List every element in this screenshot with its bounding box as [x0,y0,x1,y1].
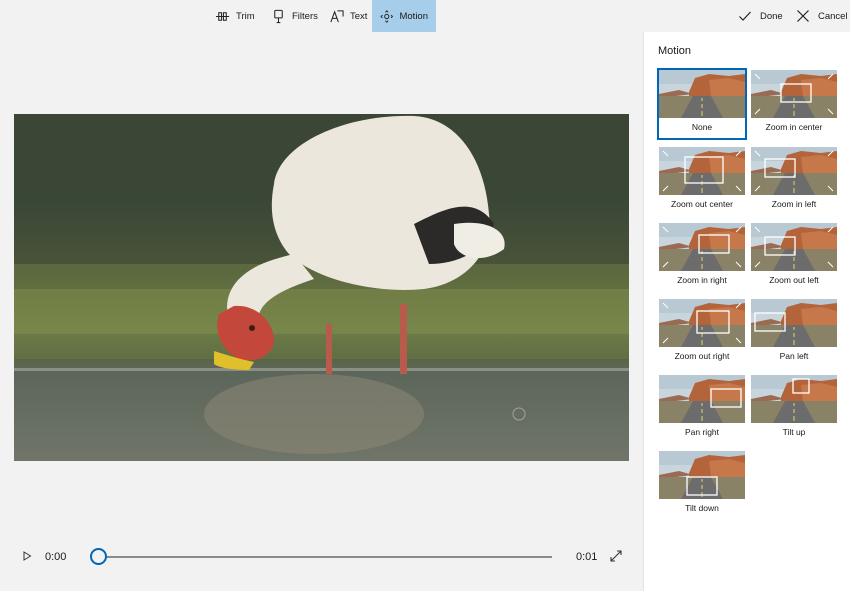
close-icon [797,10,809,22]
video-frame-bird-image [14,115,629,461]
motion-effect-tilt-up[interactable]: Tilt up [750,374,838,444]
effect-label: None [691,122,713,132]
end-time: 0:01 [576,551,598,563]
text-label: Text [350,10,368,22]
motion-effect-zoom-in-left[interactable]: Zoom in left [750,146,838,216]
effect-label: Zoom out center [671,199,733,209]
expand-icon [610,550,622,562]
motion-effect-tilt-down[interactable]: Tilt down [658,450,746,520]
effect-thumbnail-image [659,299,745,347]
effect-label: Tilt down [685,503,719,513]
effect-thumbnail-image [659,70,745,118]
effect-thumbnail-image [751,70,837,118]
effect-thumbnail-image [751,299,837,347]
filters-label: Filters [292,10,318,22]
effect-thumbnail-image [659,375,745,423]
trim-label: Trim [236,10,255,22]
play-button[interactable] [20,549,34,563]
cancel-button[interactable]: Cancel [796,0,848,32]
done-button[interactable]: Done [738,0,783,32]
current-time: 0:00 [45,551,67,563]
motion-effect-zoom-out-right[interactable]: Zoom out right [658,298,746,368]
motion-effect-zoom-out-center[interactable]: Zoom out center [658,146,746,216]
effect-label: Pan left [779,351,809,361]
effect-thumbnail-image [751,223,837,271]
motion-label: Motion [399,10,428,22]
video-preview[interactable] [14,114,629,461]
seek-thumb[interactable] [90,548,107,565]
motion-icon [380,9,393,23]
effect-label: Zoom in center [765,122,823,132]
seek-bar[interactable] [99,556,552,558]
effect-label: Zoom out right [674,351,730,361]
effect-thumbnail-image [659,223,745,271]
effect-thumbnail-image [751,147,837,195]
text-tool-button[interactable]: Text [321,0,375,32]
motion-effect-pan-right[interactable]: Pan right [658,374,746,444]
text-icon [330,9,344,22]
motion-effect-none[interactable]: None [657,68,747,140]
effect-label: Zoom in right [677,275,727,285]
motion-panel: Motion None Zoom in center Zoom out cent… [643,32,850,591]
filters-tool-button[interactable]: Filters [263,0,326,32]
checkmark-icon [739,11,751,21]
editor-toolbar: Trim Filters Text Motion [0,0,643,32]
motion-effect-zoom-in-center[interactable]: Zoom in center [750,69,838,139]
motion-effect-pan-left[interactable]: Pan left [750,298,838,368]
effect-label: Zoom in left [771,199,817,209]
fullscreen-button[interactable] [609,549,623,563]
cancel-label: Cancel [818,10,848,22]
play-icon [23,551,32,561]
trim-icon [215,11,230,21]
filters-icon [274,9,283,23]
motion-effect-zoom-out-left[interactable]: Zoom out left [750,222,838,292]
effect-thumbnail-image [751,375,837,423]
panel-title: Motion [658,45,692,57]
effect-label: Tilt up [782,427,806,437]
effect-thumbnail-image [659,147,745,195]
done-label: Done [760,10,783,22]
effect-label: Zoom out left [769,275,819,285]
motion-tool-button[interactable]: Motion [372,0,436,32]
effect-label: Pan right [684,427,720,437]
trim-tool-button[interactable]: Trim [207,0,263,32]
motion-effect-zoom-in-right[interactable]: Zoom in right [658,222,746,292]
effect-thumbnail-image [659,451,745,499]
